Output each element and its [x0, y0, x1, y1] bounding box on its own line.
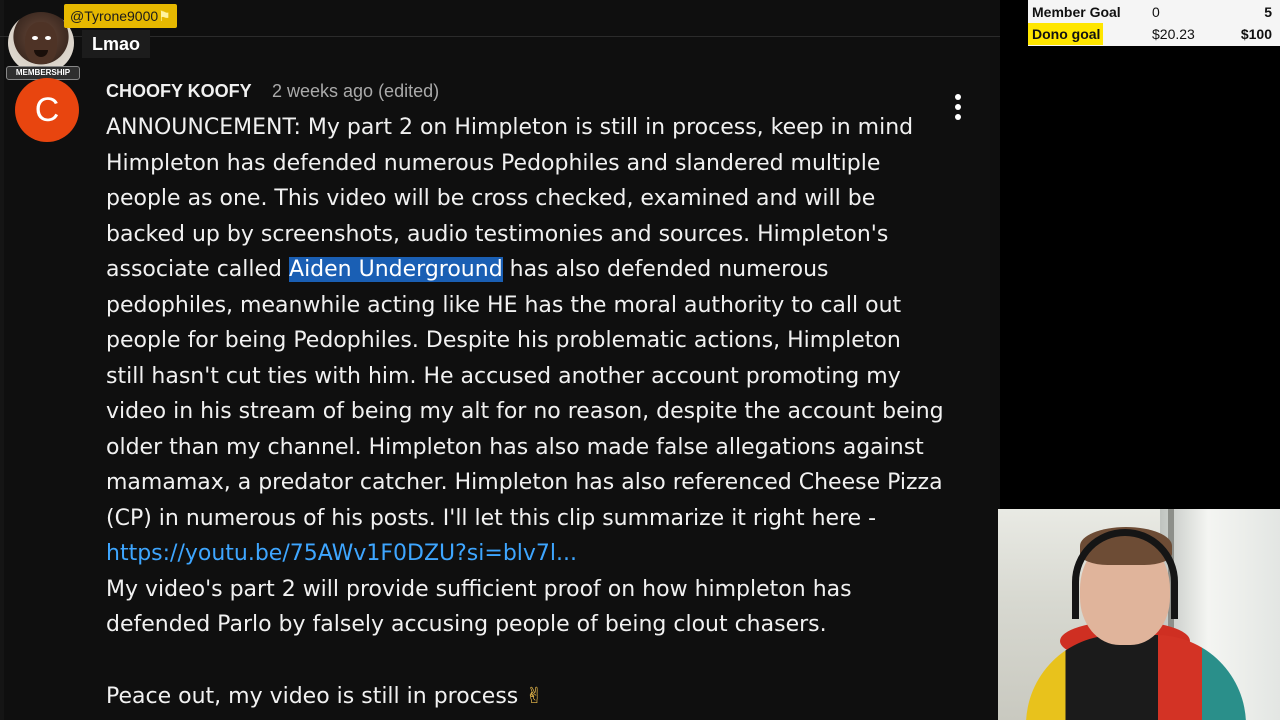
victory-hand-icon: ✌ — [525, 684, 544, 709]
webcam-feed — [998, 509, 1280, 720]
comment-author[interactable]: CHOOFY KOOFY — [106, 78, 252, 104]
selected-text[interactable]: Aiden Underground — [289, 257, 503, 282]
dot — [955, 94, 961, 100]
comment-sign-off: Peace out, my video is still in process … — [106, 680, 544, 714]
member-goal-label: Member Goal — [1032, 4, 1121, 20]
avatar-face — [25, 22, 57, 64]
chat-username-text: @Tyrone9000 — [70, 8, 159, 24]
dono-goal-current: $20.23 — [1152, 26, 1195, 42]
dot — [955, 114, 961, 120]
comment-body: ANNOUNCEMENT: My part 2 on Himpleton is … — [106, 110, 946, 643]
comment-text: has also defended numerous pedophiles, m… — [106, 257, 944, 531]
dono-goal-target: $100 — [1240, 26, 1272, 42]
comment-timestamp[interactable]: 2 weeks ago (edited) — [272, 78, 439, 104]
panel-edge — [0, 0, 4, 720]
member-goal-current: 0 — [1152, 4, 1160, 20]
avatar-eye — [32, 36, 38, 40]
sign-off-text: Peace out, my video is still in process — [106, 684, 526, 709]
youtube-link[interactable]: https://youtu.be/75AWv1F0DZU?si=blv7l... — [106, 541, 577, 566]
comment-text: My video's part 2 will provide sufficien… — [106, 576, 852, 638]
more-options-icon[interactable] — [948, 94, 968, 124]
member-goal-target: 5 — [1264, 4, 1272, 20]
avatar-eye — [45, 36, 51, 40]
dono-goal-label: Dono goal — [1032, 26, 1101, 42]
flag-icon: ⚑ — [158, 8, 171, 24]
member-goal-row: Member Goal 0 5 — [1028, 1, 1280, 23]
dono-goal-row: Dono goal $20.23 $100 — [1028, 23, 1280, 45]
chat-message: Lmao — [82, 30, 151, 58]
goals-widget: Member Goal 0 5 Dono goal $20.23 $100 — [1028, 0, 1280, 46]
chat-username: @Tyrone9000⚑ — [64, 4, 177, 28]
dot — [955, 104, 961, 110]
comment-avatar[interactable]: C — [15, 78, 79, 142]
